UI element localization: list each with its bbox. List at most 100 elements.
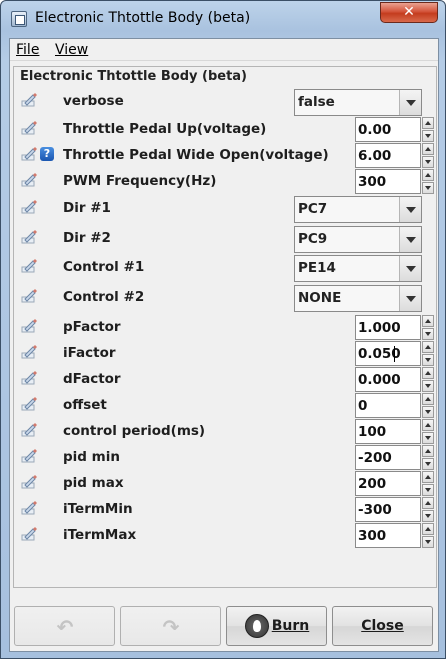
field-spinner-input[interactable]: -200 (355, 445, 421, 470)
field-label: Control #2 (63, 289, 145, 305)
field-spinner-input[interactable]: 300 (355, 169, 421, 194)
field-spinner-input[interactable]: 0.050 (355, 341, 421, 366)
combo-selected-value: false (298, 94, 335, 110)
undo-arrow-icon: ↶ (56, 615, 74, 639)
spinner-down-icon[interactable] (422, 130, 434, 142)
edit-pencil-icon[interactable] (21, 92, 38, 108)
spinner-down-icon[interactable] (422, 510, 434, 522)
spinner-down-icon[interactable] (422, 328, 434, 340)
field-row: Dir #1 PC7 (14, 195, 438, 223)
field-spinner-input[interactable]: 100 (355, 419, 421, 444)
text-caret (394, 346, 395, 362)
field-spinner-input[interactable]: -300 (355, 497, 421, 522)
spinner-down-icon[interactable] (422, 380, 434, 392)
chevron-down-icon[interactable] (399, 90, 421, 115)
spinner-down-icon[interactable] (422, 182, 434, 194)
edit-pencil-icon[interactable] (21, 370, 38, 386)
spinner-down-icon[interactable] (422, 458, 434, 470)
combo-selected-value: PE14 (298, 260, 336, 276)
field-label: offset (63, 397, 107, 413)
chevron-down-icon[interactable] (399, 227, 421, 252)
field-label: PWM Frequency(Hz) (63, 173, 217, 189)
spinner-up-icon[interactable] (422, 315, 434, 327)
field-row: pid min -200 (14, 444, 438, 470)
edit-pencil-icon[interactable] (21, 172, 38, 188)
close-button[interactable]: Close (332, 606, 433, 646)
menu-file[interactable]: File (16, 42, 39, 58)
empty-scroll-area (10, 589, 438, 599)
spinner-buttons (422, 497, 434, 522)
edit-pencil-icon[interactable] (21, 396, 38, 412)
chevron-down-icon[interactable] (399, 256, 421, 281)
field-combo-box[interactable]: false (294, 89, 422, 116)
field-spinner-input[interactable]: 0.000 (355, 367, 421, 392)
field-combo-box[interactable]: PE14 (294, 255, 422, 282)
spinner-up-icon[interactable] (422, 419, 434, 431)
spinner-down-icon[interactable] (422, 484, 434, 496)
edit-pencil-icon[interactable] (21, 344, 38, 360)
field-row: Control #2 NONE (14, 284, 438, 312)
chevron-down-icon[interactable] (399, 197, 421, 222)
edit-pencil-icon[interactable] (21, 120, 38, 136)
spinner-value: 6.00 (358, 148, 392, 164)
field-spinner-input[interactable]: 0 (355, 393, 421, 418)
spinner-down-icon[interactable] (422, 536, 434, 548)
spinner-up-icon[interactable] (422, 523, 434, 535)
title-bar[interactable]: Electronic Thtottle Body (beta) ✕ (1, 1, 445, 35)
menu-view[interactable]: View (55, 42, 88, 58)
field-spinner-input[interactable]: 300 (355, 523, 421, 548)
field-spinner-input[interactable]: 0.00 (355, 117, 421, 142)
spinner-up-icon[interactable] (422, 143, 434, 155)
spinner-up-icon[interactable] (422, 367, 434, 379)
field-row: iFactor 0.050 (14, 340, 438, 366)
edit-pencil-icon[interactable] (21, 422, 38, 438)
field-label: Throttle Pedal Up(voltage) (63, 121, 267, 137)
edit-pencil-icon[interactable] (21, 318, 38, 334)
field-row: iTermMin -300 (14, 496, 438, 522)
spinner-down-icon[interactable] (422, 156, 434, 168)
edit-pencil-icon[interactable] (21, 288, 38, 304)
spinner-up-icon[interactable] (422, 471, 434, 483)
field-label: iTermMax (63, 527, 137, 543)
field-combo-box[interactable]: PC7 (294, 196, 422, 223)
edit-pencil-icon[interactable] (21, 199, 38, 215)
combo-selected-value: PC7 (298, 201, 328, 217)
spinner-up-icon[interactable] (422, 341, 434, 353)
combo-selected-value: PC9 (298, 231, 328, 247)
spinner-down-icon[interactable] (422, 406, 434, 418)
field-spinner-input[interactable]: 6.00 (355, 143, 421, 168)
field-row: pid max 200 (14, 470, 438, 496)
undo-button[interactable]: ↶ (14, 606, 115, 646)
edit-pencil-icon[interactable] (21, 474, 38, 490)
chevron-down-icon[interactable] (399, 286, 421, 311)
field-spinner-input[interactable]: 1.000 (355, 315, 421, 340)
spinner-up-icon[interactable] (422, 445, 434, 457)
edit-pencil-icon[interactable] (21, 258, 38, 274)
field-label: iTermMin (63, 501, 133, 517)
redo-arrow-icon: ↷ (162, 615, 180, 639)
help-icon[interactable]: ? (40, 147, 54, 161)
edit-pencil-icon[interactable] (21, 500, 38, 516)
edit-pencil-icon[interactable] (21, 229, 38, 245)
window-close-button[interactable]: ✕ (380, 2, 438, 23)
close-button-label: Close (361, 618, 404, 634)
field-combo-box[interactable]: NONE (294, 285, 422, 312)
spinner-value: 300 (358, 174, 387, 190)
burn-button[interactable]: Burn (226, 606, 327, 646)
redo-button[interactable]: ↷ (120, 606, 221, 646)
spinner-up-icon[interactable] (422, 497, 434, 509)
spinner-value: 100 (358, 424, 387, 440)
spinner-buttons (422, 419, 434, 444)
edit-pencil-icon[interactable] (21, 448, 38, 464)
field-combo-box[interactable]: PC9 (294, 226, 422, 253)
field-spinner-input[interactable]: 200 (355, 471, 421, 496)
field-row: PWM Frequency(Hz) 300 (14, 168, 438, 194)
spinner-up-icon[interactable] (422, 117, 434, 129)
spinner-buttons (422, 523, 434, 548)
edit-pencil-icon[interactable] (21, 526, 38, 542)
edit-pencil-icon[interactable] (21, 146, 38, 162)
spinner-down-icon[interactable] (422, 432, 434, 444)
spinner-up-icon[interactable] (422, 393, 434, 405)
spinner-down-icon[interactable] (422, 354, 434, 366)
spinner-up-icon[interactable] (422, 169, 434, 181)
